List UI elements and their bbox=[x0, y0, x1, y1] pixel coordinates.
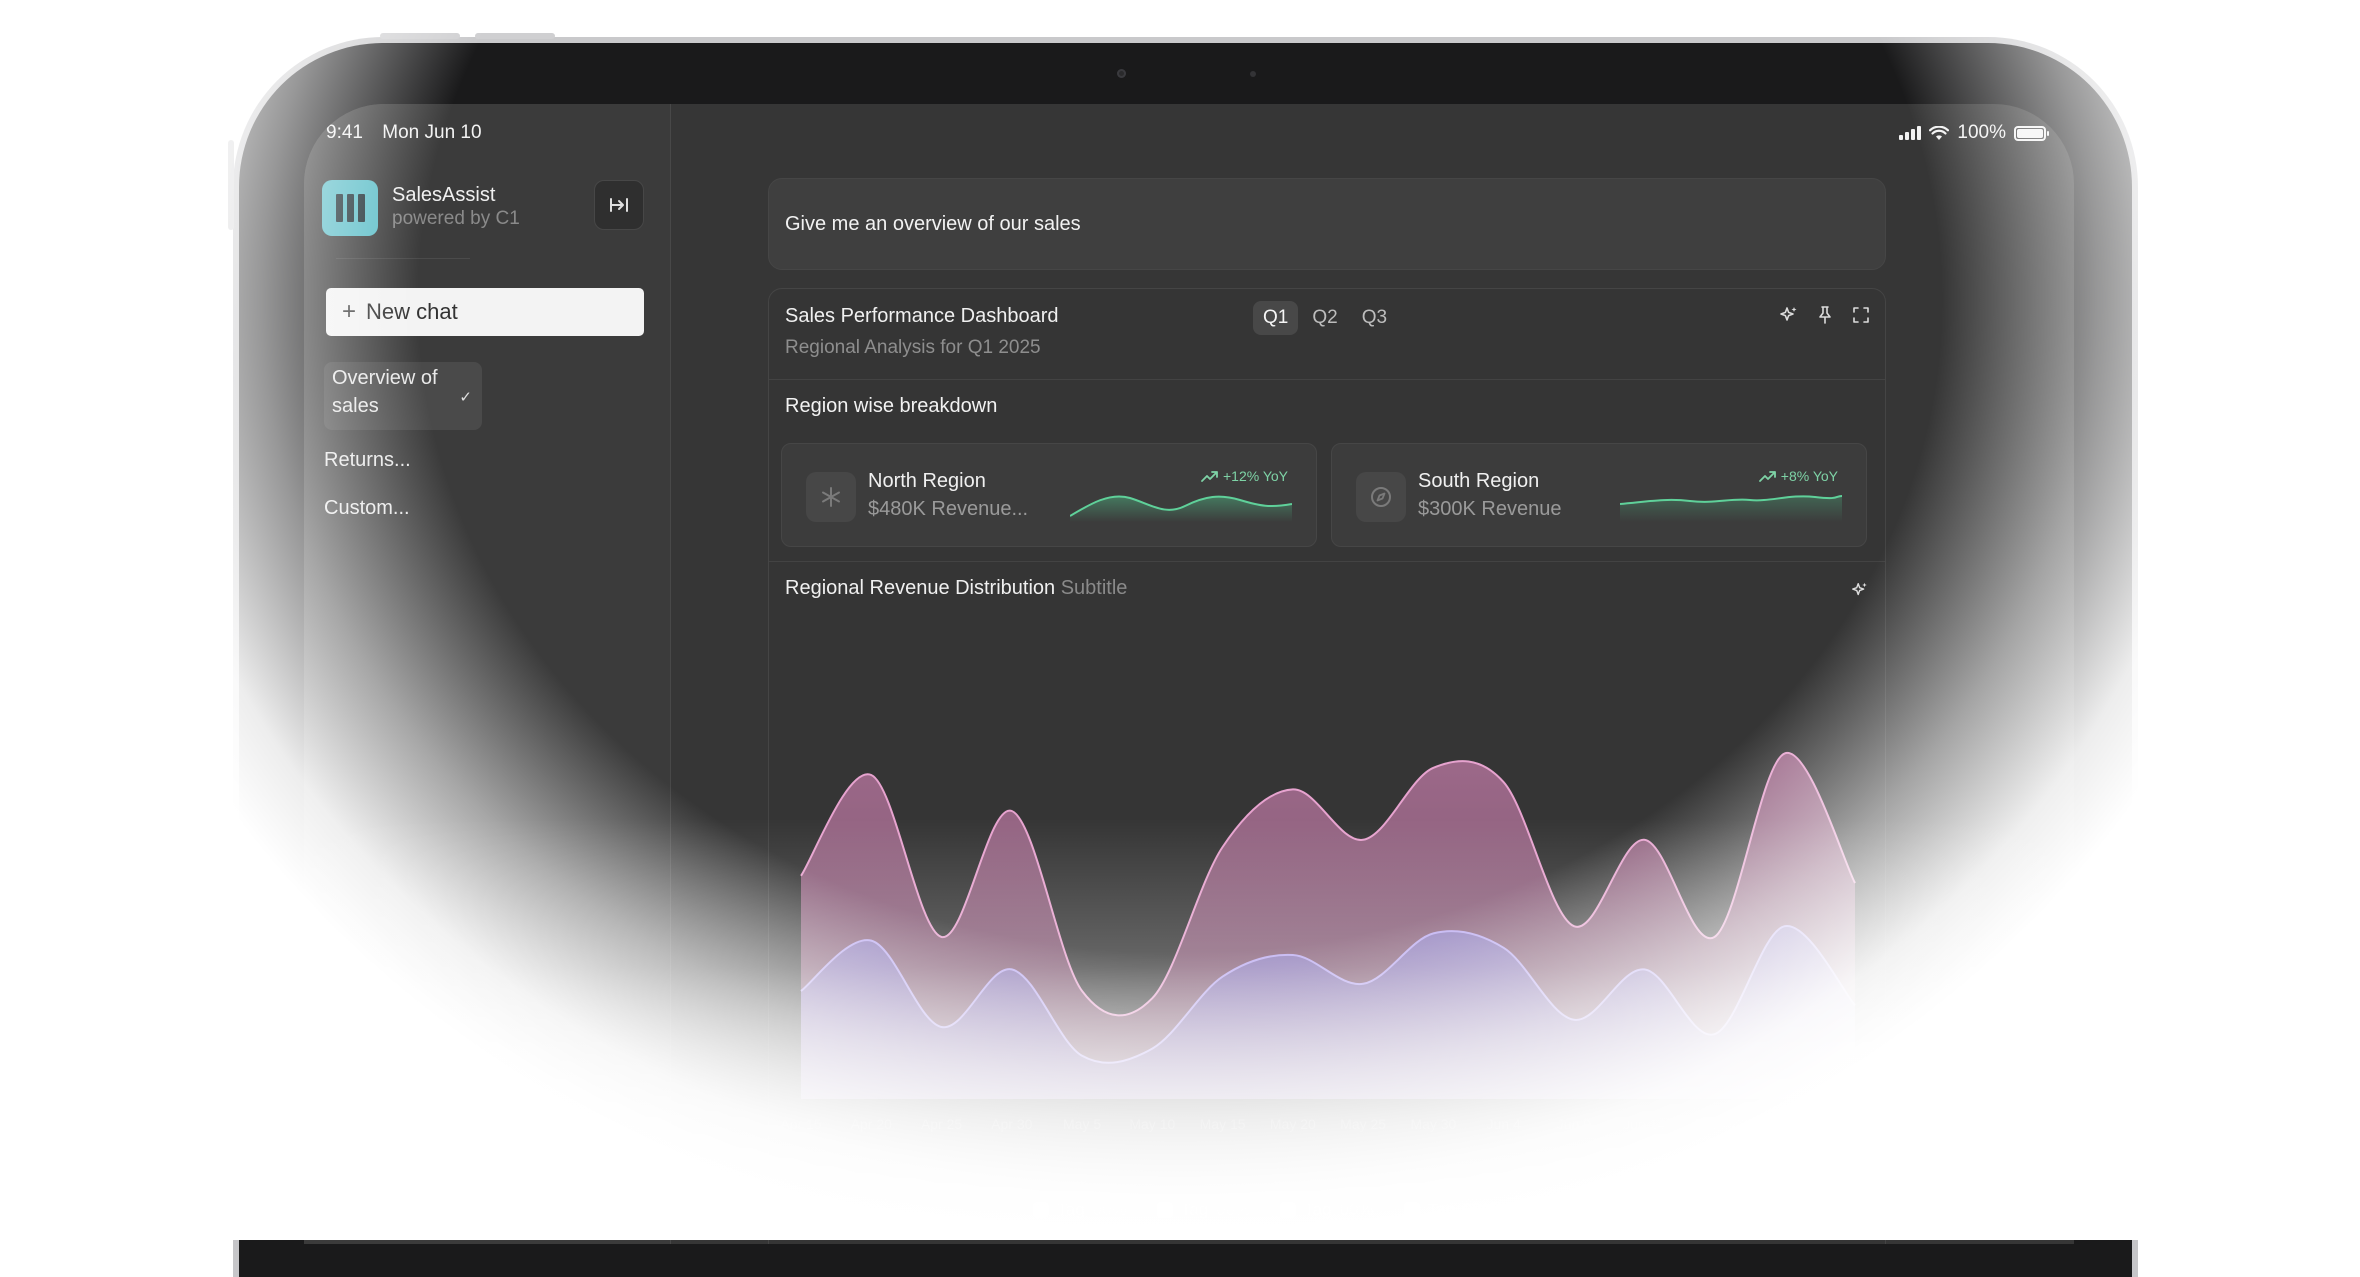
legend-label: Tag bbox=[1427, 1200, 1456, 1219]
battery-icon bbox=[2014, 125, 2049, 141]
x-tick-label: May 10 bbox=[1129, 1116, 1175, 1132]
x-tick-label: Apr 20 bbox=[851, 1116, 892, 1132]
collapse-sidebar-icon bbox=[610, 198, 628, 212]
legend-label: Tag bbox=[1180, 1200, 1209, 1219]
legend-pct: 00% bbox=[1092, 1200, 1127, 1219]
legend-swatch bbox=[1527, 1202, 1544, 1218]
wifi-icon bbox=[1929, 125, 1950, 140]
legend-item[interactable]: Tag 00% bbox=[1033, 1195, 1127, 1225]
x-tick-label: Jun 29 bbox=[1834, 1116, 1876, 1132]
legend-item[interactable]: Tag 00% bbox=[1280, 1195, 1374, 1225]
cellular-signal-icon bbox=[1899, 126, 1922, 140]
x-tick-label: May 20 bbox=[1270, 1116, 1316, 1132]
legend-label: Tag bbox=[1551, 1200, 1579, 1219]
side-button bbox=[228, 140, 234, 230]
app-logo bbox=[322, 180, 378, 236]
sidebar-item-custom[interactable]: Custom... bbox=[324, 494, 410, 522]
legend-swatch bbox=[1156, 1202, 1173, 1218]
legend-item[interactable]: Tag 00% bbox=[1403, 1195, 1498, 1225]
legend-pct: 00% bbox=[1339, 1200, 1374, 1219]
screen: SalesAssist powered by C1 + New chat Ove… bbox=[304, 104, 2074, 1244]
collapse-sidebar-button[interactable] bbox=[594, 180, 644, 230]
legend-label: Tag bbox=[1057, 1200, 1085, 1219]
x-tick-label: Jun 19 bbox=[1693, 1116, 1735, 1132]
x-tick-label: Jun 14 bbox=[1623, 1116, 1665, 1132]
x-tick-label: Jun 24 bbox=[1764, 1116, 1806, 1132]
volume-button-top-2 bbox=[475, 33, 555, 39]
app-subtitle: powered by C1 bbox=[392, 208, 520, 229]
legend-pct: 00% bbox=[1463, 1200, 1498, 1219]
check-icon: ✓ bbox=[459, 389, 472, 406]
battery-fill bbox=[2017, 128, 2043, 138]
camera-sensor bbox=[1250, 71, 1256, 77]
app-name: SalesAssist bbox=[392, 184, 496, 206]
dashboard-card: Sales Performance Dashboard Regional Ana… bbox=[768, 288, 1886, 1244]
status-bar: 9:41 Mon Jun 10 100% bbox=[326, 118, 2049, 148]
legend-swatch bbox=[1403, 1202, 1420, 1218]
x-tick-label: May 5 bbox=[1063, 1116, 1101, 1132]
x-tick-label: May 15 bbox=[1200, 1116, 1246, 1132]
status-time: 9:41 bbox=[326, 122, 363, 143]
x-tick-label: Apr 15 bbox=[780, 1116, 821, 1132]
legend-swatch bbox=[1033, 1202, 1050, 1218]
legend-item[interactable]: Tag 00% bbox=[1156, 1195, 1251, 1225]
plus-icon: + bbox=[342, 298, 357, 325]
x-tick-label: May 25 bbox=[1340, 1116, 1386, 1132]
sidebar: SalesAssist powered by C1 + New chat Ove… bbox=[304, 104, 671, 1244]
legend-label: Tag bbox=[1304, 1200, 1332, 1219]
user-prompt: Give me an overview of our sales bbox=[768, 178, 1886, 270]
x-tick-label: Apr 25 bbox=[921, 1116, 962, 1132]
legend-swatch bbox=[1280, 1202, 1297, 1218]
legend-pct: 00% bbox=[1216, 1200, 1251, 1219]
x-tick-label: Jun 4 bbox=[1487, 1116, 1521, 1132]
new-chat-label: New chat bbox=[366, 299, 458, 324]
status-date: Mon Jun 10 bbox=[382, 122, 482, 143]
sidebar-item-returns[interactable]: Returns... bbox=[324, 446, 411, 474]
revenue-area-chart: Apr 15 Apr 20 Apr 25 Apr 30 May 5 May 10 May 1… bbox=[780, 752, 1876, 1132]
legend-item[interactable]: Tag 00% bbox=[1527, 1195, 1621, 1225]
legend-pct: 00% bbox=[1586, 1200, 1621, 1219]
volume-button-top bbox=[380, 33, 460, 39]
chevron-left-icon[interactable]: ‹ bbox=[793, 1195, 800, 1221]
x-tick-label: Jun 9 bbox=[1557, 1116, 1591, 1132]
sidebar-divider bbox=[336, 258, 470, 259]
front-camera bbox=[1117, 69, 1126, 78]
x-tick-label: Apr 30 bbox=[991, 1116, 1032, 1132]
prompt-text: Give me an overview of our sales bbox=[785, 212, 1081, 235]
sidebar-item-overview-of-sales[interactable]: Overview of sales ✓ bbox=[324, 362, 482, 430]
battery-percent: 100% bbox=[1957, 122, 2006, 143]
new-chat-button[interactable]: + New chat bbox=[326, 288, 644, 336]
chart-legend: ‹ Tag 00% Tag 00% Tag 00% Tag 00% Tag 00% bbox=[769, 1195, 1885, 1225]
x-tick-label: May 30 bbox=[1410, 1116, 1456, 1132]
